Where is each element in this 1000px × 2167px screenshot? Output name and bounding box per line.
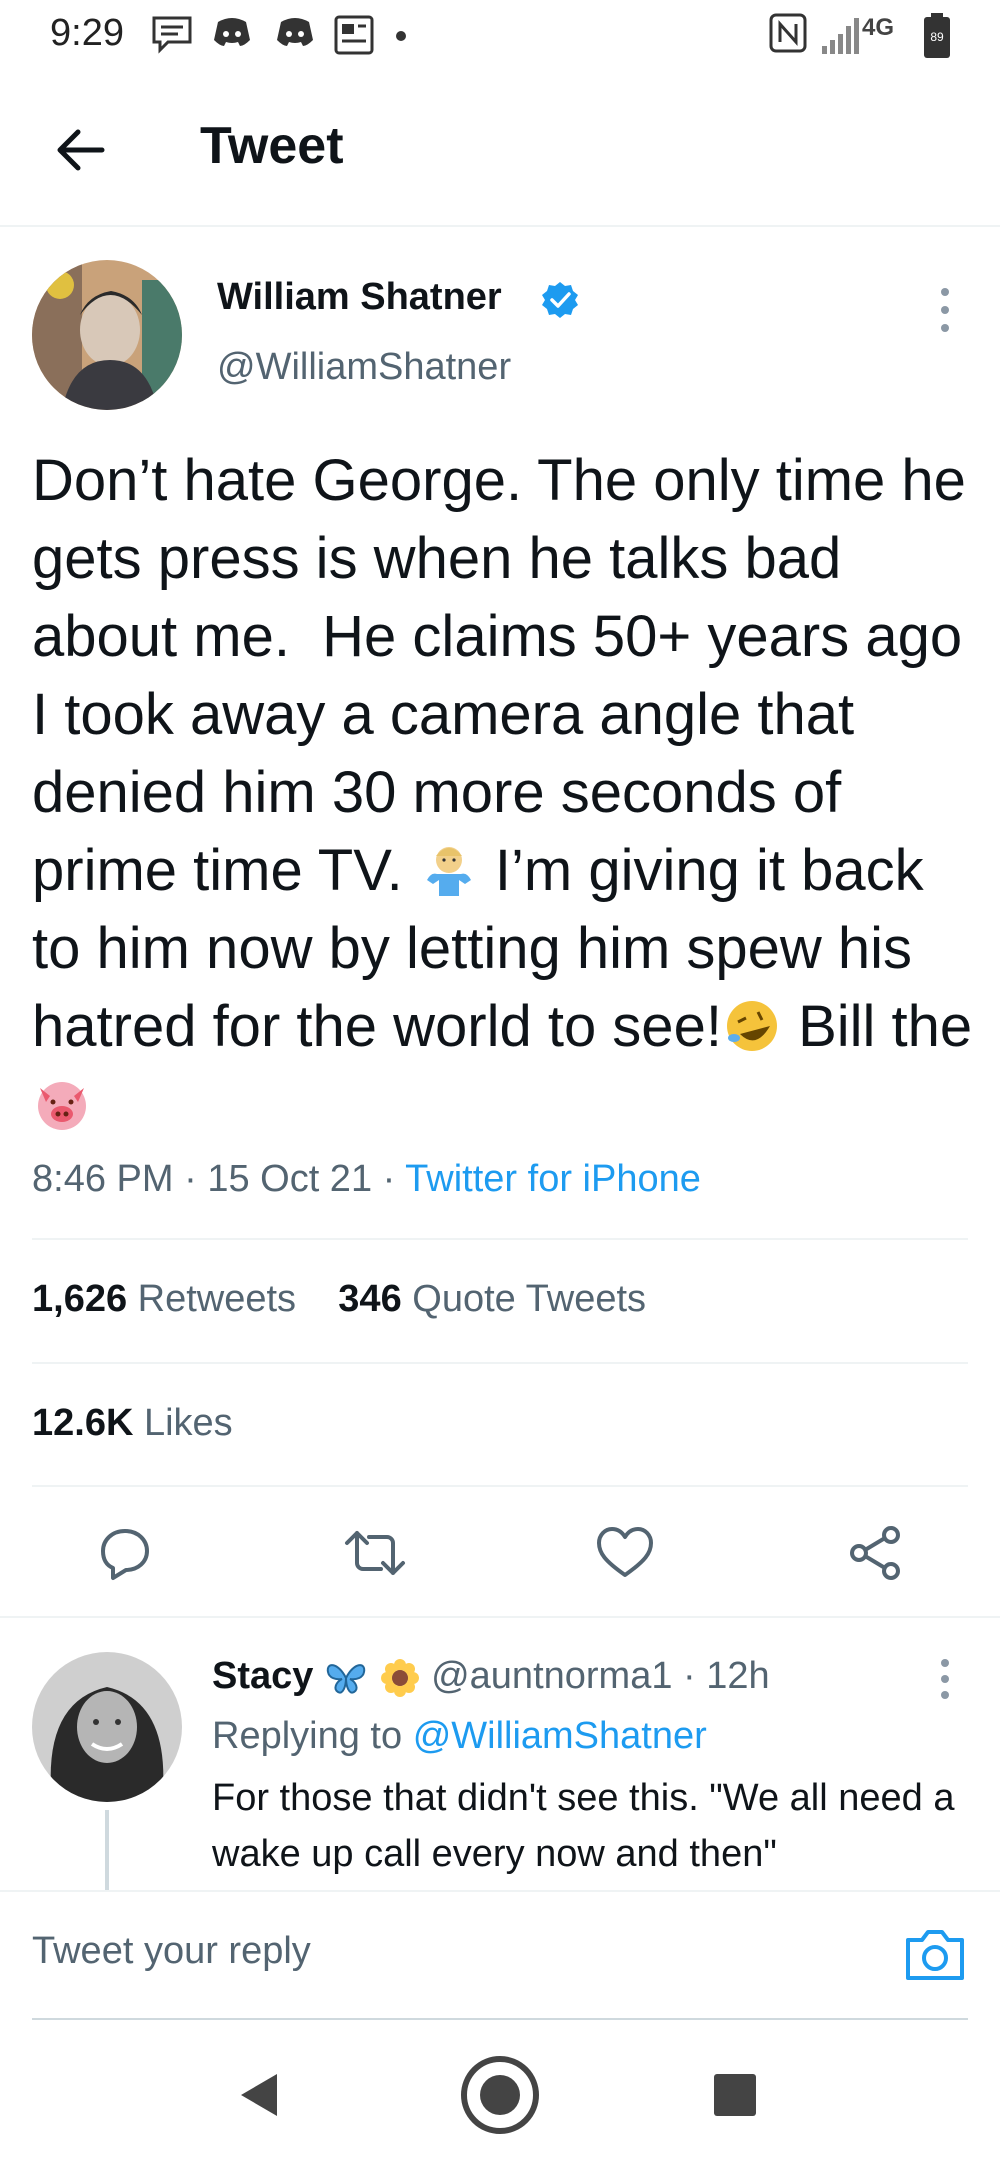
replying-to: Replying to @WilliamShatner <box>212 1715 707 1758</box>
tweet-date: 15 Oct 21 <box>207 1158 373 1200</box>
avatar-image <box>32 260 182 410</box>
tweet-text: Don’t hate George. The only time he gets… <box>32 442 982 1144</box>
divider <box>32 1362 968 1364</box>
retweets-label: Retweets <box>137 1278 297 1320</box>
system-navigation-bar <box>0 2020 1000 2167</box>
retweets-count: 1,626 <box>32 1278 128 1320</box>
author-avatar[interactable] <box>32 260 182 410</box>
reply-composer: Tweet your reply <box>0 1890 1000 2022</box>
status-time: 9:29 <box>50 12 124 54</box>
more-options-icon[interactable] <box>925 1655 965 1705</box>
back-arrow-icon <box>57 129 105 171</box>
reply-header: Stacy @auntnorma1 · 12h <box>212 1655 770 1697</box>
discord-icon <box>214 18 250 46</box>
person-shrugging-emoji <box>426 846 471 896</box>
triangle-back-icon <box>241 2074 277 2116</box>
nav-back-button[interactable] <box>215 2050 305 2140</box>
verified-badge-icon <box>542 282 578 318</box>
engagement-stats: 1,626 Retweets 346 Quote Tweets <box>32 1278 646 1321</box>
page-title: Tweet <box>200 117 344 175</box>
reply-author-handle[interactable]: @auntnorma1 <box>431 1655 672 1697</box>
divider <box>32 1485 968 1487</box>
nfc-icon <box>769 13 807 53</box>
tweet-text-part3: Bill the <box>781 994 989 1059</box>
battery-level: 89 <box>930 30 944 44</box>
reply-icon <box>101 1528 149 1580</box>
replying-to-handle[interactable]: @WilliamShatner <box>413 1715 707 1757</box>
back-button[interactable] <box>40 115 120 185</box>
pig-face-emoji <box>38 1081 86 1130</box>
reply-author-name[interactable]: Stacy <box>212 1655 313 1697</box>
thread-line <box>105 1810 109 1890</box>
nav-recents-button[interactable] <box>690 2050 780 2140</box>
replying-to-label: Replying to <box>212 1715 403 1757</box>
rolling-on-floor-laughing-emoji <box>726 1000 777 1051</box>
retweet-icon <box>345 1530 405 1575</box>
network-type: 4G <box>862 14 895 41</box>
retweet-button[interactable] <box>335 1515 415 1590</box>
likes-count: 12.6K <box>32 1402 134 1444</box>
add-photo-button[interactable] <box>900 1920 970 1990</box>
quote-tweets-stat[interactable]: 346 Quote Tweets <box>338 1278 646 1320</box>
heart-icon <box>597 1526 653 1577</box>
butterfly-emoji <box>326 1664 366 1694</box>
sunflower-emoji <box>380 1658 419 1697</box>
share-icon <box>850 1525 900 1580</box>
nav-home-button[interactable] <box>455 2050 545 2140</box>
quotes-label: Quote Tweets <box>412 1278 647 1320</box>
tweet-text-part1: Don’t hate George. The only time he gets… <box>32 448 983 903</box>
share-button[interactable] <box>835 1515 915 1590</box>
message-icon <box>152 16 192 54</box>
tweet-source-link[interactable]: Twitter for iPhone <box>405 1158 701 1200</box>
home-circle-icon <box>461 2056 539 2134</box>
top-app-bar: Tweet <box>0 70 1000 227</box>
likes-label: Likes <box>143 1402 233 1444</box>
square-recents-icon <box>714 2074 756 2116</box>
dot-icon <box>396 31 406 41</box>
divider <box>32 1238 968 1240</box>
avatar-image <box>32 1652 182 1802</box>
camera-icon <box>906 1930 964 1980</box>
news-icon <box>334 15 374 55</box>
author-handle[interactable]: @WilliamShatner <box>217 346 511 389</box>
reply-input[interactable]: Tweet your reply <box>32 1930 311 1973</box>
discord-icon <box>277 18 313 46</box>
likes-stat[interactable]: 12.6K Likes <box>32 1402 233 1445</box>
tweet-time: 8:46 PM <box>32 1158 174 1200</box>
reply-avatar[interactable] <box>32 1652 182 1802</box>
reply-button[interactable] <box>85 1515 165 1590</box>
tweet-meta: 8:46 PM · 15 Oct 21 · Twitter for iPhone <box>32 1158 701 1200</box>
divider <box>0 1616 1000 1618</box>
more-options-icon[interactable] <box>925 282 965 342</box>
reply-text: For those that didn't see this. "We all … <box>212 1777 955 1875</box>
quotes-count: 346 <box>338 1278 402 1320</box>
author-name[interactable]: William Shatner <box>217 276 502 319</box>
status-bar: 9:29 4G 89 <box>0 0 1000 70</box>
retweets-stat[interactable]: 1,626 Retweets <box>32 1278 296 1320</box>
reply-age: 12h <box>706 1655 770 1697</box>
like-button[interactable] <box>585 1515 665 1590</box>
